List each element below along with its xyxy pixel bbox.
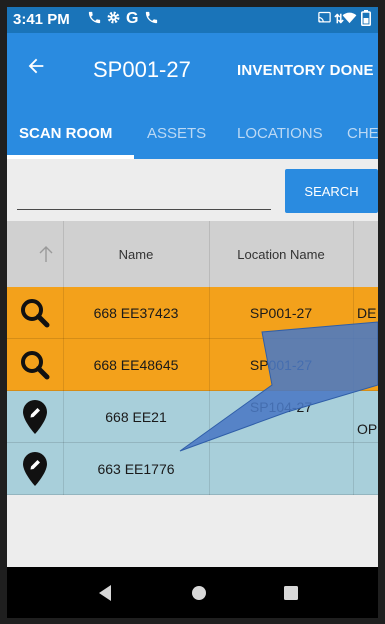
column-header-extra[interactable] xyxy=(353,221,378,287)
phone-icon xyxy=(144,10,159,29)
column-header-location[interactable]: Location Name xyxy=(209,221,353,287)
search-input[interactable] xyxy=(17,179,275,209)
sort-arrow-up-icon xyxy=(39,246,53,262)
table-row[interactable]: 663 EE1776 xyxy=(7,443,378,495)
app-bar: SP001-27 INVENTORY DONE xyxy=(7,33,378,115)
arrow-back-icon[interactable] xyxy=(25,55,47,84)
table-header: Name Location Name xyxy=(7,221,378,287)
cast-icon xyxy=(317,10,332,29)
gear-icon xyxy=(106,10,121,29)
cell-location: SP001-27 xyxy=(249,305,313,321)
search-button[interactable]: SEARCH xyxy=(285,169,378,213)
sort-column-header[interactable] xyxy=(7,221,63,287)
tab-bar: SCAN ROOM ASSETS LOCATIONS CHE xyxy=(7,115,378,159)
status-time: 3:41 PM xyxy=(13,11,70,28)
system-nav-bar xyxy=(7,567,378,618)
pencil-pin-icon[interactable] xyxy=(7,443,63,495)
status-bar: 3:41 PM G ⇅ xyxy=(7,7,378,33)
cell-location: SP104-27 xyxy=(249,399,313,415)
back-triangle-icon[interactable] xyxy=(93,581,117,605)
search-row: SEARCH xyxy=(7,159,378,221)
inventory-done-button[interactable]: INVENTORY DONE xyxy=(237,62,374,79)
search-icon[interactable] xyxy=(7,287,63,339)
phone-icon xyxy=(87,10,102,29)
phone-screen: 3:41 PM G ⇅ SP001-27 INVENTORY DONE SCAN xyxy=(7,7,378,618)
table-row[interactable]: 668 EE48645 SP001-27 xyxy=(7,339,378,391)
battery-icon xyxy=(361,10,371,30)
table-row[interactable]: 668 EE37423 SP001-27 DE xyxy=(7,287,378,339)
tab-checks[interactable]: CHE xyxy=(347,125,378,142)
tab-assets[interactable]: ASSETS xyxy=(147,125,206,142)
column-header-name[interactable]: Name xyxy=(63,221,209,287)
page-title: SP001-27 xyxy=(93,57,191,82)
cell-extra xyxy=(353,443,378,495)
cell-name: 663 EE1776 xyxy=(97,461,175,477)
search-underline xyxy=(17,209,271,210)
cell-name: 668 EE21 xyxy=(105,409,167,425)
cell-extra: OPH xyxy=(357,421,378,437)
home-circle-icon[interactable] xyxy=(187,581,211,605)
cell-location xyxy=(209,443,353,495)
table-row[interactable]: 668 EE21 SP104-27 OPH xyxy=(7,391,378,443)
tab-scan-room[interactable]: SCAN ROOM xyxy=(19,125,112,142)
wifi-icon xyxy=(342,10,357,29)
cell-extra: DE xyxy=(357,305,377,321)
search-icon[interactable] xyxy=(7,339,63,391)
assets-table: Name Location Name 668 EE37423 SP001-27 … xyxy=(7,221,378,495)
cell-location: SP001-27 xyxy=(249,357,313,373)
recents-square-icon[interactable] xyxy=(279,581,303,605)
cell-extra xyxy=(353,339,378,391)
pencil-pin-icon[interactable] xyxy=(7,391,63,443)
cell-name: 668 EE48645 xyxy=(93,357,179,373)
cell-name: 668 EE37423 xyxy=(93,305,179,321)
tab-locations[interactable]: LOCATIONS xyxy=(237,125,323,142)
google-g-icon: G xyxy=(126,10,139,27)
